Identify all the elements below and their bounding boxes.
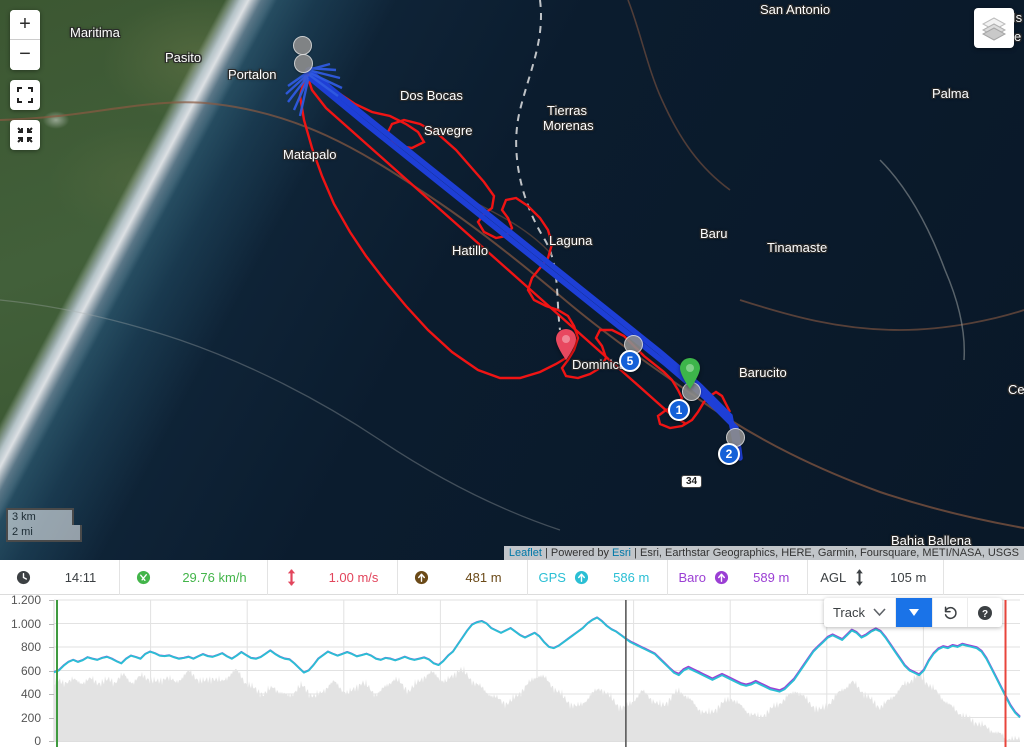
track-dropdown-button[interactable] [896,598,933,627]
scale-control: 3 km 2 mi [6,508,82,542]
stat-time: 14:11 [0,559,120,595]
stat-value-speed: 29.76 km/h [182,569,247,585]
current-pin[interactable] [678,356,702,390]
stat-value-vario: 1.00 m/s [328,569,379,585]
scale-metric: 3 km [6,508,74,525]
waypoint-marker[interactable] [293,36,312,55]
help-button[interactable]: ? [968,598,1002,627]
chevron-down-icon [873,608,886,617]
chart-controls[interactable]: Track ? [823,598,1002,627]
y-axis-tick-mark [49,741,54,742]
attr-sep-2: | [631,547,640,559]
stat-vario: 1.00 m/s [268,559,398,595]
start-pin[interactable] [554,327,578,361]
zoom-in-button[interactable]: + [10,10,40,40]
zoom-control[interactable]: + − [10,10,40,70]
fit-bounds-icon[interactable] [10,120,40,150]
stat-value-gps-altitude: 586 m [613,569,650,585]
stat-label-gps-altitude: GPS [538,569,566,585]
y-axis-tick-mark [49,647,54,648]
flight-track-polyline[interactable] [0,0,1024,560]
stat-value-time: 14:11 [64,569,97,585]
altitude-icon [400,570,442,585]
y-axis-tick-mark [49,670,54,672]
up-arrow-icon [574,570,589,585]
reset-icon [944,605,957,619]
stat-gps-altitude: GPS 586 m [528,559,668,595]
y-axis-tick-mark [49,600,54,601]
reset-zoom-button[interactable] [933,598,968,627]
y-axis-tick-mark [49,623,54,625]
stat-value-agl: 105 m [890,569,927,585]
highway-shield-34: 34 [681,475,703,488]
vario-icon [270,568,312,586]
stat-baro-altitude: Baro 589 m [668,559,808,595]
y-axis-tick-mark [49,694,54,695]
track-select-label: Track [832,605,865,620]
help-icon: ? [978,605,992,620]
fullscreen-icon[interactable] [10,80,40,110]
clock-icon [2,570,44,585]
attr-sources: Esri, Earthstar Geographics, HERE, Garmi… [639,547,1019,559]
zoom-out-button[interactable]: − [10,40,40,70]
stat-speed: 29.76 km/h [120,559,268,595]
leaflet-link[interactable]: Leaflet [509,547,542,559]
scale-imperial: 2 mi [6,525,82,542]
chart-panel[interactable]: 0 200 400 600 800 1.000 1.200 Track ? [0,595,1024,747]
attr-powered-by: Powered by [550,547,613,559]
attr-sep-1: | [541,547,551,559]
track-select[interactable]: Track [824,598,896,627]
layers-control[interactable] [974,8,1014,48]
stats-bar: 14:11 29.76 km/h 1.00 m/s 481 m GPS 586 m Baro… [0,559,1024,595]
fullscreen-control[interactable] [10,80,40,110]
speed-icon [122,570,164,585]
stat-value-altitude: 481 m [465,569,502,585]
stat-altitude: 481 m [398,559,528,595]
stat-value-baro-altitude: 589 m [753,569,790,585]
map-attribution: Leaflet | Powered by Esri | Esri, Earths… [503,546,1024,560]
up-arrow-icon [714,570,729,585]
svg-text:?: ? [982,608,988,619]
fit-bounds-control[interactable] [10,120,40,150]
caret-down-icon [909,609,919,616]
updown-icon [854,568,865,586]
stat-agl: AGL 105 m [808,559,944,595]
esri-link[interactable]: Esri [612,547,631,559]
y-axis-tick-mark [49,717,54,719]
marker-1[interactable]: 1 [668,399,690,421]
marker-5[interactable]: 5 [619,350,641,372]
marker-2[interactable]: 2 [718,443,740,465]
waypoint-marker[interactable] [294,54,313,73]
layers-icon[interactable] [974,8,1014,48]
stat-label-agl: AGL [820,569,847,585]
stat-label-baro-altitude: Baro [678,569,706,585]
map-panel[interactable]: Maritima Pasito Portalon Matapalo Dos Bocas S… [0,0,1024,560]
